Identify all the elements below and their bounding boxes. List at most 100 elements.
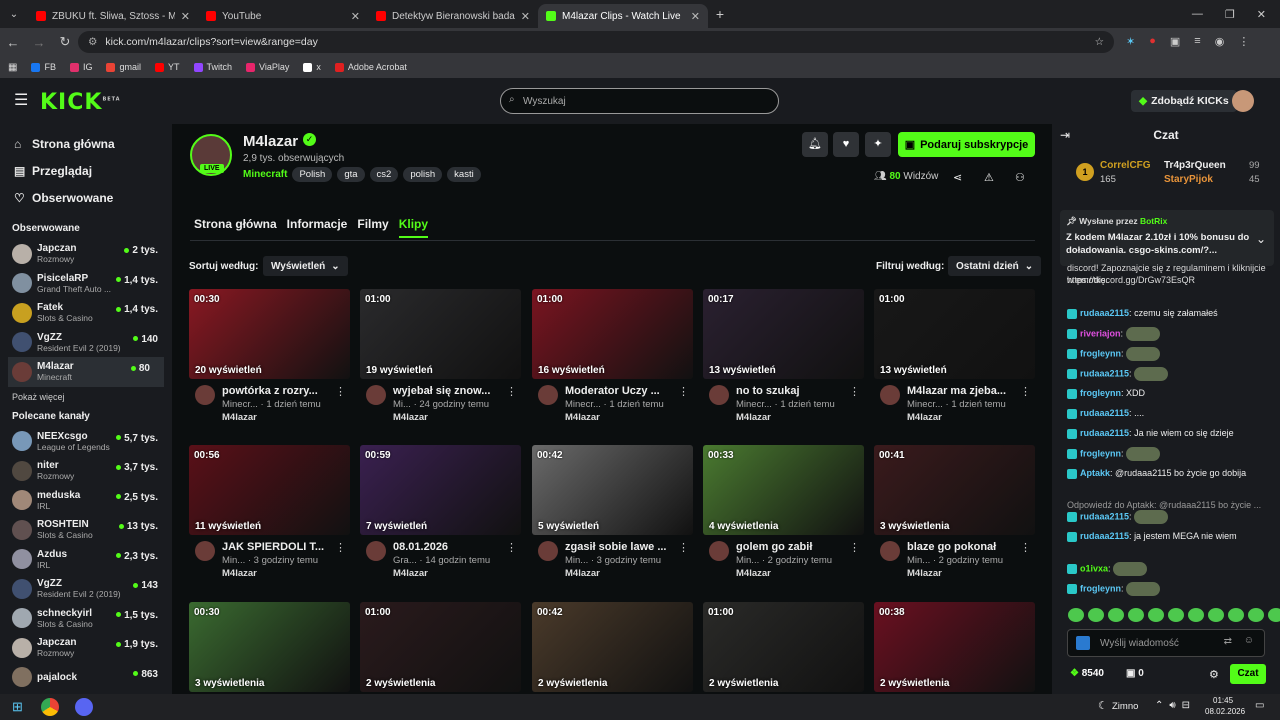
clip-card[interactable]: 01:00 13 wyświetleń M4lazar ma zjeba... ⋮ Mi… xyxy=(874,289,1035,423)
clip-card[interactable]: 01:00 19 wyświetleń wyjebał się znow... ⋮ Mi… xyxy=(360,289,521,423)
clip-title[interactable]: zgasił sobie lawe ... xyxy=(565,541,675,553)
emote-icon[interactable] xyxy=(1068,608,1084,622)
clip-title[interactable]: no to szukaj xyxy=(736,385,846,397)
hamburger-menu-icon[interactable]: ☰ xyxy=(14,90,28,110)
chat-username[interactable]: o1ivxa xyxy=(1080,563,1108,573)
clip-channel[interactable]: M4lazar xyxy=(393,568,428,579)
sidebar-channel[interactable]: NEEXcsgo League of Legends 5,7 tys. xyxy=(0,427,172,457)
share-icon[interactable]: ⋖ xyxy=(953,171,962,184)
search-input[interactable]: ⌕ Wyszukaj xyxy=(500,88,779,114)
clip-thumbnail[interactable]: 00:41 3 wyświetlenia xyxy=(874,445,1035,535)
tag[interactable]: Polish xyxy=(292,167,333,182)
close-icon[interactable]: ✕ xyxy=(691,10,700,23)
sidebar-channel[interactable]: Japczan Rozmowy 1,9 tys. xyxy=(0,633,172,663)
emoji-icon[interactable]: ☺ xyxy=(1244,635,1254,646)
clip-channel-avatar[interactable] xyxy=(366,541,386,561)
chrome-icon[interactable] xyxy=(40,698,59,716)
chevron-down-icon[interactable]: ⌄ xyxy=(1256,232,1266,246)
bookmark-star-icon[interactable]: ☆ xyxy=(1095,36,1104,48)
tab-search-icon[interactable]: ⌄ xyxy=(0,9,28,20)
chat-send-button[interactable]: Czat xyxy=(1230,664,1266,684)
chat-username[interactable]: rudaaa2115 xyxy=(1080,368,1129,378)
emote-icon[interactable] xyxy=(1088,608,1104,622)
chat-username[interactable]: rudaaa2115 xyxy=(1080,531,1129,541)
bookmark-item[interactable]: Twitch xyxy=(193,62,232,72)
translate-icon[interactable]: ⇄ xyxy=(1224,636,1232,647)
new-tab-icon[interactable]: + xyxy=(708,6,732,22)
leader-name[interactable]: Tr4p3rQueen xyxy=(1164,160,1226,171)
clip-channel[interactable]: M4lazar xyxy=(222,412,257,423)
clip-thumbnail[interactable]: 00:42 5 wyświetleń xyxy=(532,445,693,535)
clip-channel-avatar[interactable] xyxy=(366,385,386,405)
clip-title[interactable]: M4lazar ma zjeba... xyxy=(907,385,1017,397)
clip-thumbnail[interactable]: 01:00 2 wyświetlenia xyxy=(360,602,521,692)
tab-clips[interactable]: Klipy xyxy=(398,217,429,238)
sidebar-channel[interactable]: M4lazar Minecraft 80 xyxy=(8,357,164,387)
clip-thumbnail[interactable]: 00:56 11 wyświetleń xyxy=(189,445,350,535)
emote-icon[interactable] xyxy=(1108,608,1124,622)
close-icon[interactable]: ✕ xyxy=(181,10,190,23)
kick-logo[interactable]: KICKBETA xyxy=(40,90,121,115)
clip-thumbnail[interactable]: 00:42 2 wyświetlenia xyxy=(532,602,693,692)
tag[interactable]: kasti xyxy=(447,167,481,182)
leader-name[interactable]: CorrelCFG xyxy=(1100,160,1151,171)
chat-username[interactable]: rudaaa2115 xyxy=(1080,308,1129,318)
sidebar-channel[interactable]: PisicelaRP Grand Theft Auto ... 1,4 tys. xyxy=(0,269,172,299)
emote-icon[interactable] xyxy=(1128,608,1144,622)
show-more-button[interactable]: Pokaż więcej xyxy=(0,387,172,407)
clock-time[interactable]: 01:45 xyxy=(1213,696,1233,705)
clip-channel[interactable]: M4lazar xyxy=(565,412,600,423)
notifications-icon[interactable]: ▭ xyxy=(1255,700,1264,711)
translate-extension-icon[interactable]: ✶ xyxy=(1126,35,1135,48)
sort-dropdown[interactable]: Wyświetleń ⌄ xyxy=(263,256,348,276)
clip-card[interactable]: 00:56 11 wyświetleń JAK SPIERDOLI T... ⋮ Min… xyxy=(189,445,350,579)
chat-username[interactable]: frogleynn xyxy=(1080,388,1121,398)
more-options-icon[interactable]: ⋮ xyxy=(678,385,689,398)
more-options-icon[interactable]: ⋮ xyxy=(506,541,517,554)
clip-channel-avatar[interactable] xyxy=(538,385,558,405)
clip-card[interactable]: 01:00 16 wyświetleń Moderator Uczy ... ⋮ Min… xyxy=(532,289,693,423)
clip-thumbnail[interactable]: 00:30 20 wyświetleń xyxy=(189,289,350,379)
clip-card[interactable]: 01:00 2 wyświetlenia xyxy=(360,602,521,692)
apps-icon[interactable]: ▦ xyxy=(8,62,17,73)
chat-username[interactable]: frogleynn xyxy=(1080,448,1121,458)
sidebar-nav-following[interactable]: ♡ Obserwowane xyxy=(0,184,172,211)
notifications-bell-icon[interactable]: 🔔︎ xyxy=(802,132,828,157)
clip-thumbnail[interactable]: 01:00 16 wyświetleń xyxy=(532,289,693,379)
browser-tab[interactable]: ZBUKU ft. Śliwa, Sztoss - Młoda ✕ xyxy=(28,4,198,28)
discord-icon[interactable] xyxy=(74,698,93,716)
minimize-icon[interactable]: — xyxy=(1192,8,1203,21)
profile-icon[interactable]: ◉ xyxy=(1215,35,1225,48)
url-field[interactable]: ⚙ kick.com/m4lazar/clips?sort=view&range… xyxy=(78,31,1114,53)
sidebar-nav-browse[interactable]: ▤ Przeglądaj xyxy=(0,157,172,184)
filter-dropdown[interactable]: Ostatni dzień ⌄ xyxy=(948,256,1042,276)
reload-icon[interactable]: ↻ xyxy=(52,34,78,50)
gift-subs-button[interactable]: ▣ Podaruj subskrypcje xyxy=(898,132,1035,157)
clip-channel-avatar[interactable] xyxy=(709,385,729,405)
chat-username[interactable]: riveriajon xyxy=(1080,328,1121,338)
tab-home[interactable]: Strona główna xyxy=(194,217,277,238)
clip-thumbnail[interactable]: 00:17 13 wyświetleń xyxy=(703,289,864,379)
sidebar-channel[interactable]: schneckyirl Slots & Casino 1,5 tys. xyxy=(0,604,172,634)
restore-icon[interactable]: ❐ xyxy=(1225,8,1235,21)
clip-thumbnail[interactable]: 00:30 3 wyświetlenia xyxy=(189,602,350,692)
sidebar-channel[interactable]: pajalock 863 xyxy=(0,663,172,693)
sidebar-channel[interactable]: Japczan Rozmowy 2 tys. xyxy=(0,239,172,269)
clip-card[interactable]: 01:00 2 wyświetlenia xyxy=(703,602,864,692)
clip-channel-avatar[interactable] xyxy=(880,541,900,561)
browser-tab[interactable]: Detektyw Bieranowski bada spr ✕ xyxy=(368,4,538,28)
bookmark-item[interactable]: Adobe Acrobat xyxy=(334,62,407,72)
clip-title[interactable]: wyjebał się znow... xyxy=(393,385,503,397)
close-icon[interactable]: ✕ xyxy=(521,10,530,23)
clip-channel[interactable]: M4lazar xyxy=(565,568,600,579)
emote-icon[interactable] xyxy=(1228,608,1244,622)
clip-channel-avatar[interactable] xyxy=(880,385,900,405)
clip-channel-avatar[interactable] xyxy=(709,541,729,561)
more-options-icon[interactable]: ⋮ xyxy=(506,385,517,398)
close-window-icon[interactable]: ✕ xyxy=(1257,8,1266,21)
forward-icon[interactable]: → xyxy=(26,35,52,50)
windows-start-icon[interactable]: ⊞ xyxy=(12,699,23,715)
clip-thumbnail[interactable]: 01:00 13 wyświetleń xyxy=(874,289,1035,379)
gift-sparkle-icon[interactable]: ✦ xyxy=(865,132,891,157)
follow-heart-icon[interactable]: ♥ xyxy=(833,132,859,157)
